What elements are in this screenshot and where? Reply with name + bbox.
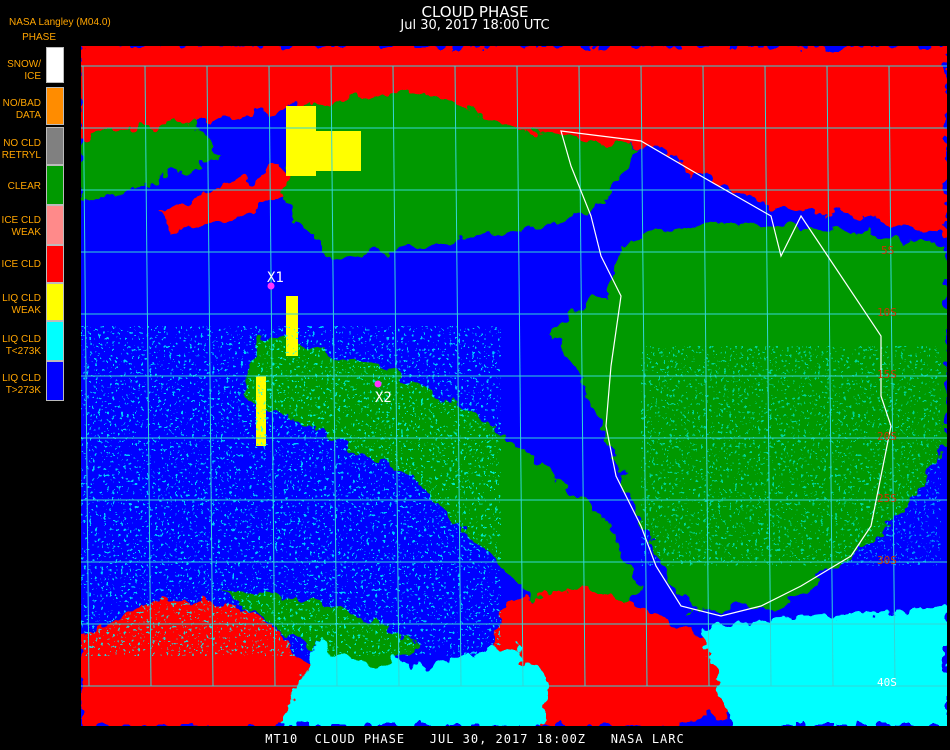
- satellite-map[interactable]: X1 X2 5S 10S 15S 20S 25S 30S 40S: [81, 46, 947, 726]
- legend-label-no-cloud-retrieval: NO CLD RETRYL: [1, 138, 41, 161]
- legend-label-liq-cloud-weak: LIQ CLD WEAK: [2, 293, 41, 316]
- legend-label-liq-cloud-warm: LIQ CLD T>273K: [2, 373, 41, 396]
- lat-label-20s: 20S: [877, 430, 897, 443]
- legend-label-no-bad-data: NO/BAD DATA: [2, 98, 41, 121]
- legend-label-ice-cloud: ICE CLD: [1, 259, 41, 270]
- legend-swatch-no-bad-data: [46, 87, 64, 125]
- footer-caption: MT10 CLOUD PHASE JUL 30, 2017 18:00Z NAS…: [265, 732, 685, 746]
- legend-swatch-ice-cloud: [46, 245, 64, 283]
- lat-label-30s: 30S: [877, 554, 897, 567]
- legend-label-ice-cloud-weak: ICE CLD WEAK: [1, 215, 41, 238]
- lat-label-10s: 10S: [877, 306, 897, 319]
- marker-x2-label[interactable]: X2: [375, 390, 392, 406]
- legend-label-clear: CLEAR: [7, 181, 41, 192]
- legend-swatch-liq-cloud-weak: [46, 283, 64, 321]
- legend-swatch-liq-cloud-cold: [46, 321, 64, 361]
- legend-label-liq-cloud-cold: LIQ CLD T<273K: [2, 334, 41, 357]
- map-datetime: Jul 30, 2017 18:00 UTC: [400, 18, 550, 33]
- lat-label-15s: 15S: [877, 368, 897, 381]
- marker-x2-dot[interactable]: [374, 380, 382, 388]
- legend-label-snow-ice: SNOW/ ICE: [7, 59, 41, 82]
- marker-x1-label[interactable]: X1: [267, 270, 284, 286]
- lat-label-25s: 25S: [877, 492, 897, 505]
- legend-title: PHASE: [22, 32, 56, 43]
- product-id: NASA Langley (M04.0): [9, 17, 111, 28]
- lat-label-40s: 40S: [877, 676, 897, 689]
- legend-swatch-ice-cloud-weak: [46, 205, 64, 245]
- map-canvas: X1 X2 5S 10S 15S 20S 25S 30S 40S: [81, 46, 947, 726]
- lat-label-5s: 5S: [881, 244, 894, 257]
- legend-swatch-snow-ice: [46, 47, 64, 83]
- legend-swatch-clear: [46, 165, 64, 205]
- legend-swatch-liq-cloud-warm: [46, 361, 64, 401]
- legend-swatch-no-cloud-retrieval: [46, 127, 64, 165]
